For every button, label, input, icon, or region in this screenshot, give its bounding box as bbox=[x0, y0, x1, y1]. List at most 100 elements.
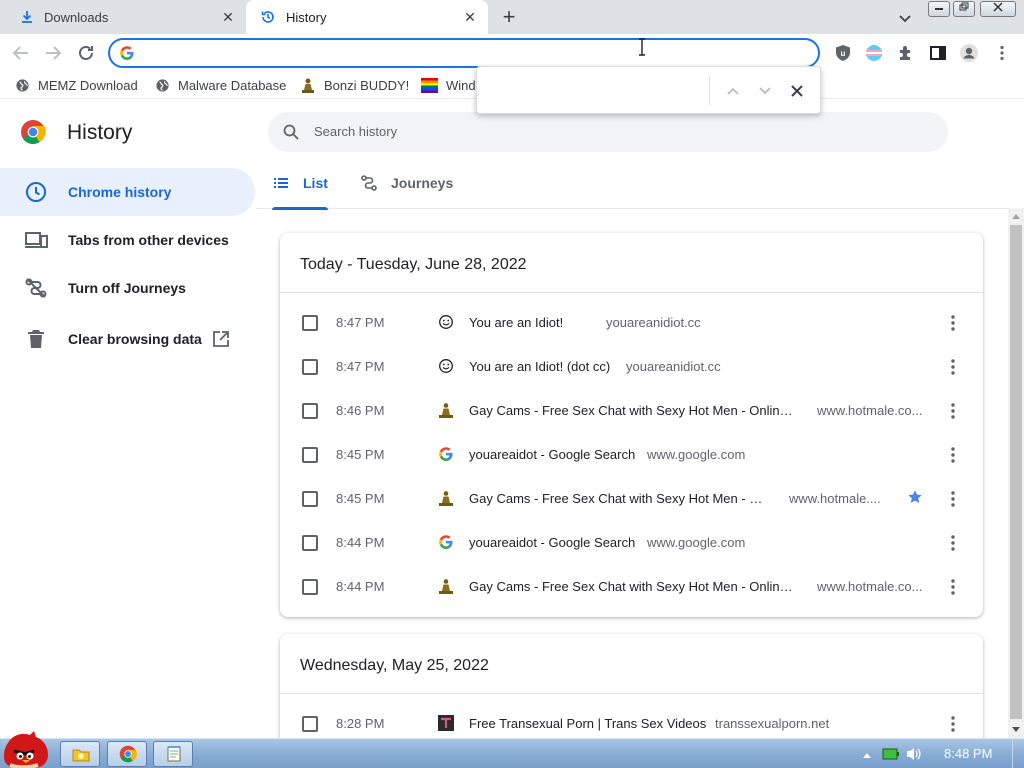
row-checkbox[interactable] bbox=[302, 447, 318, 463]
show-hidden-icons-icon[interactable] bbox=[861, 749, 873, 761]
bookmark-label: Wind bbox=[446, 77, 476, 93]
text-cursor-icon bbox=[639, 38, 645, 56]
entry-domain: www.google.com bbox=[647, 535, 746, 550]
close-tab-icon[interactable]: ✕ bbox=[220, 9, 236, 25]
notepad-icon bbox=[167, 746, 181, 762]
history-row[interactable]: 8:44 PM youareaidot - Google Search www.… bbox=[280, 521, 983, 565]
tab-downloads[interactable]: Downloads ✕ bbox=[0, 0, 246, 34]
scroll-up-arrow-icon[interactable] bbox=[1010, 211, 1022, 221]
back-icon[interactable] bbox=[10, 42, 32, 64]
bookmark-memz[interactable]: MEMZ Download bbox=[15, 76, 138, 94]
visit-time: 8:45 PM bbox=[336, 447, 385, 462]
entry-title[interactable]: Free Transexual Porn | Trans Sex Videos bbox=[469, 716, 706, 731]
chrome-logo-icon bbox=[119, 745, 137, 763]
find-next-icon[interactable] bbox=[757, 83, 773, 99]
more-actions-icon[interactable] bbox=[944, 445, 962, 465]
sidebar-item-other-devices[interactable]: Tabs from other devices bbox=[0, 216, 255, 264]
extensions-puzzle-icon[interactable] bbox=[896, 43, 916, 63]
taskbar-clock[interactable]: 8:48 PM bbox=[944, 746, 992, 761]
extension-trans-flag-icon[interactable] bbox=[864, 43, 884, 63]
battery-icon[interactable] bbox=[882, 747, 900, 761]
reload-icon[interactable] bbox=[75, 42, 97, 64]
tab-history[interactable]: History ✕ bbox=[246, 0, 488, 34]
sidebar-item-turn-off-journeys[interactable]: Turn off Journeys bbox=[0, 264, 255, 312]
bookmark-bonzi-buddy[interactable]: Bonzi BUDDY! bbox=[300, 76, 409, 94]
row-checkbox[interactable] bbox=[302, 491, 318, 507]
search-history-input[interactable]: Search history bbox=[268, 112, 948, 152]
forward-icon[interactable] bbox=[42, 42, 64, 64]
entry-title[interactable]: Gay Cams - Free Sex Chat with Sexy Hot M… bbox=[469, 491, 771, 506]
profile-avatar-icon[interactable] bbox=[959, 43, 979, 63]
find-previous-icon[interactable] bbox=[725, 83, 741, 99]
history-row[interactable]: 8:45 PM youareaidot - Google Search www.… bbox=[280, 433, 983, 477]
history-row[interactable]: 8:46 PM Gay Cams - Free Sex Chat with Se… bbox=[280, 389, 983, 433]
bookmark-wind[interactable]: Wind bbox=[421, 76, 476, 94]
smiley-favicon-icon bbox=[439, 315, 453, 329]
taskbar-chrome-button[interactable] bbox=[107, 741, 147, 767]
history-row[interactable]: 8:44 PM Gay Cams - Free Sex Chat with Se… bbox=[280, 565, 983, 609]
history-page: History Search history Chrome history Ta… bbox=[0, 98, 1024, 754]
sidebar-item-chrome-history[interactable]: Chrome history bbox=[0, 168, 255, 216]
sidebar-item-label: Tabs from other devices bbox=[68, 232, 229, 248]
row-checkbox[interactable] bbox=[302, 359, 318, 375]
entry-title[interactable]: youareaidot - Google Search bbox=[469, 535, 635, 550]
more-actions-icon[interactable] bbox=[944, 489, 962, 509]
taskbar-explorer-button[interactable] bbox=[60, 741, 100, 767]
history-row[interactable]: 8:47 PM You are an Idiot! youareanidiot.… bbox=[280, 301, 983, 345]
entry-domain: www.hotmale.co... bbox=[817, 403, 923, 418]
history-row[interactable]: 8:47 PM You are an Idiot! (dot cc) youar… bbox=[280, 345, 983, 389]
scroll-down-arrow-icon[interactable] bbox=[1010, 725, 1022, 735]
start-button-angry-bird-icon[interactable] bbox=[0, 731, 56, 768]
taskbar-notepad-button[interactable] bbox=[153, 741, 193, 767]
visit-time: 8:47 PM bbox=[336, 315, 385, 330]
bookmark-label: Bonzi BUDDY! bbox=[324, 77, 410, 93]
entry-title[interactable]: You are an Idiot! bbox=[469, 315, 563, 330]
entry-title[interactable]: You are an Idiot! (dot cc) bbox=[469, 359, 610, 374]
side-panel-icon[interactable] bbox=[928, 43, 948, 63]
sidebar-item-clear-browsing-data[interactable]: Clear browsing data bbox=[0, 315, 255, 363]
more-actions-icon[interactable] bbox=[944, 401, 962, 421]
row-checkbox[interactable] bbox=[302, 579, 318, 595]
history-row[interactable]: 8:45 PM Gay Cams - Free Sex Chat with Se… bbox=[280, 477, 983, 521]
find-close-icon[interactable] bbox=[789, 83, 805, 99]
menu-dots-icon[interactable] bbox=[992, 43, 1012, 63]
bookmark-malware-database[interactable]: Malware Database bbox=[155, 76, 286, 94]
find-input[interactable] bbox=[485, 75, 705, 105]
more-actions-icon[interactable] bbox=[944, 714, 962, 734]
sidebar-item-label: Chrome history bbox=[68, 184, 172, 200]
tab-list[interactable]: List bbox=[272, 157, 328, 210]
new-tab-button[interactable]: + bbox=[498, 6, 520, 28]
open-in-new-icon bbox=[213, 331, 229, 347]
day-heading: Wednesday, May 25, 2022 bbox=[280, 634, 983, 694]
history-list: 8:47 PM You are an Idiot! youareanidiot.… bbox=[280, 293, 983, 609]
tab-journeys[interactable]: Journeys bbox=[360, 157, 453, 209]
more-actions-icon[interactable] bbox=[944, 357, 962, 377]
restore-button[interactable] bbox=[953, 1, 975, 17]
row-checkbox[interactable] bbox=[302, 403, 318, 419]
active-tab-indicator bbox=[272, 207, 328, 210]
entry-title[interactable]: youareaidot - Google Search bbox=[469, 447, 635, 462]
more-actions-icon[interactable] bbox=[944, 533, 962, 553]
close-window-button[interactable] bbox=[980, 1, 1016, 17]
entry-domain: www.hotmale.co... bbox=[817, 579, 923, 594]
history-icon bbox=[261, 11, 274, 23]
volume-icon[interactable] bbox=[905, 746, 923, 762]
row-checkbox[interactable] bbox=[302, 535, 318, 551]
row-checkbox[interactable] bbox=[302, 716, 318, 732]
entry-title[interactable]: Gay Cams - Free Sex Chat with Sexy Hot M… bbox=[469, 403, 799, 418]
address-bar[interactable] bbox=[108, 38, 820, 68]
people-favicon-icon bbox=[439, 579, 453, 594]
close-tab-icon[interactable]: ✕ bbox=[462, 9, 478, 25]
entry-title[interactable]: Gay Cams - Free Sex Chat with Sexy Hot M… bbox=[469, 579, 799, 594]
bookmarked-star-icon[interactable] bbox=[907, 489, 923, 505]
row-checkbox[interactable] bbox=[302, 315, 318, 331]
more-actions-icon[interactable] bbox=[944, 577, 962, 597]
scrollbar-thumb[interactable] bbox=[1010, 225, 1022, 719]
more-actions-icon[interactable] bbox=[944, 313, 962, 333]
minimize-button[interactable] bbox=[928, 1, 950, 17]
tab-search-chevron-icon[interactable] bbox=[896, 9, 914, 27]
trash-icon bbox=[28, 330, 44, 348]
show-desktop-button[interactable] bbox=[1012, 739, 1024, 768]
google-icon bbox=[120, 46, 134, 60]
ublock-icon[interactable]: u bbox=[833, 43, 853, 63]
